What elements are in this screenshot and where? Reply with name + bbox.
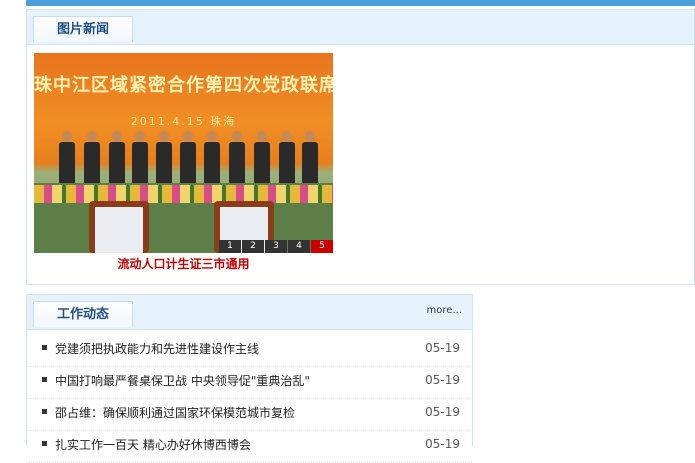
pager-button-5[interactable]: 5 <box>311 240 333 253</box>
photo-caption-link[interactable]: 流动人口计生证三市通用 <box>34 255 333 272</box>
news-date: 05-19 <box>425 437 460 451</box>
news-title-link[interactable]: 扎实工作一百天 精心办好休博西博会 <box>55 436 251 453</box>
work-news-header: 工作动态 more... <box>27 295 472 330</box>
photo-banner-date: 2011.4.15 珠海 <box>130 115 237 128</box>
pager-button-1[interactable]: 1 <box>219 240 241 253</box>
photo-flowers <box>34 185 333 203</box>
work-news-list: ▪ 党建须把执政能力和先进性建设作主线 05-19 ▪ 中国打响最严餐桌保卫战 … <box>27 335 472 463</box>
news-title-link[interactable]: 中国打响最严餐桌保卫战 中央领导促"重典治乱" <box>55 372 310 389</box>
more-link[interactable]: more... <box>427 305 462 316</box>
photo-news-panel: 图片新闻 珠中江区域紧密合作第四次党政联席会 2011.4.15 珠海 1 2 … <box>26 9 695 285</box>
list-item: ▪ 扎实工作一百天 精心办好休博西博会 05-19 <box>27 431 472 463</box>
news-title-link[interactable]: 党建须把执政能力和先进性建设作主线 <box>55 340 259 357</box>
tab-photo-news[interactable]: 图片新闻 <box>33 16 133 42</box>
photo-chair <box>89 201 149 253</box>
tab-work-news[interactable]: 工作动态 <box>33 301 133 327</box>
news-date: 05-19 <box>425 405 460 419</box>
list-item: ▪ 党建须把执政能力和先进性建设作主线 05-19 <box>27 335 472 367</box>
pager-button-2[interactable]: 2 <box>242 240 264 253</box>
bullet-icon: ▪ <box>41 438 48 449</box>
photo-people <box>54 128 324 188</box>
list-item: ▪ 中国打响最严餐桌保卫战 中央领导促"重典治乱" 05-19 <box>27 367 472 399</box>
photo-news-header: 图片新闻 <box>27 10 694 45</box>
news-title-link[interactable]: 邵占维：确保顺利通过国家环保模范城市复检 <box>55 404 295 421</box>
bullet-icon: ▪ <box>41 374 48 385</box>
news-photo[interactable]: 珠中江区域紧密合作第四次党政联席会 2011.4.15 珠海 1 2 3 4 5 <box>34 53 333 253</box>
bullet-icon: ▪ <box>41 406 48 417</box>
photo-pager: 1 2 3 4 5 <box>218 240 333 253</box>
news-date: 05-19 <box>425 373 460 387</box>
pager-button-4[interactable]: 4 <box>288 240 310 253</box>
photo-banner-text: 珠中江区域紧密合作第四次党政联席会 <box>34 75 333 96</box>
news-date: 05-19 <box>425 341 460 355</box>
pager-button-3[interactable]: 3 <box>265 240 287 253</box>
list-item: ▪ 邵占维：确保顺利通过国家环保模范城市复检 05-19 <box>27 399 472 431</box>
top-accent-bar <box>26 0 695 6</box>
work-news-panel: 工作动态 more... ▪ 党建须把执政能力和先进性建设作主线 05-19 ▪… <box>26 294 473 463</box>
bullet-icon: ▪ <box>41 342 48 353</box>
